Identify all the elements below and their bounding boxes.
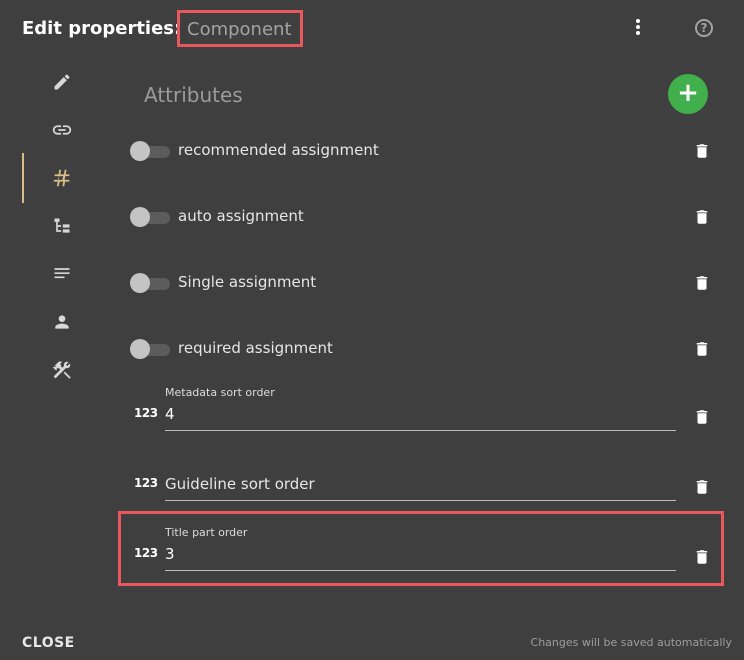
field-label: Metadata sort order <box>165 386 275 399</box>
field-underline <box>165 430 676 431</box>
more-vertical-icon[interactable] <box>628 19 648 43</box>
help-circle-icon[interactable]: ? <box>695 19 713 37</box>
toggle-switch[interactable] <box>130 339 170 359</box>
sidebar-item-structure[interactable] <box>40 206 84 246</box>
close-button[interactable]: CLOSE <box>22 635 75 651</box>
toggle-label: auto assignment <box>178 207 304 225</box>
pencil-icon <box>54 74 70 90</box>
toggle-switch[interactable] <box>130 207 170 227</box>
number-type-icon: 123 <box>134 406 158 420</box>
sidebar-active-indicator <box>22 153 24 203</box>
field-placeholder[interactable]: Guideline sort order <box>165 475 315 493</box>
title-part-order-highlight <box>118 511 724 586</box>
delete-icon[interactable] <box>693 339 711 359</box>
delete-icon[interactable] <box>693 273 711 293</box>
sidebar-item-attributes[interactable] <box>40 158 84 198</box>
toggle-label: Single assignment <box>178 273 317 291</box>
person-icon <box>55 315 69 329</box>
toggle-switch[interactable] <box>130 273 170 293</box>
section-title: Attributes <box>144 83 243 107</box>
dialog-subject: Component <box>187 19 292 40</box>
sidebar-item-tools[interactable] <box>40 350 84 390</box>
tree-icon <box>54 218 70 233</box>
field-underline <box>165 500 676 501</box>
delete-icon[interactable] <box>693 547 711 567</box>
number-type-icon: 123 <box>134 546 158 560</box>
field-value[interactable]: 3 <box>165 545 175 563</box>
field-label: Title part order <box>165 526 248 539</box>
toggle-switch[interactable] <box>130 141 170 161</box>
sidebar-item-users[interactable] <box>40 302 84 342</box>
number-type-icon: 123 <box>134 476 158 490</box>
add-attribute-button[interactable]: + <box>668 74 708 114</box>
delete-icon[interactable] <box>693 407 711 427</box>
field-underline <box>165 570 676 571</box>
toggle-label: recommended assignment <box>178 141 379 159</box>
sidebar-item-text[interactable] <box>40 254 84 294</box>
text-lines-icon <box>54 268 70 279</box>
toggle-label: required assignment <box>178 339 333 357</box>
hash-icon <box>53 169 70 187</box>
dialog-title: Edit properties: <box>22 18 182 39</box>
dialog-header: Edit properties: Component ? <box>0 0 744 62</box>
sidebar-item-edit[interactable] <box>40 62 84 102</box>
delete-icon[interactable] <box>693 141 711 161</box>
sidebar-item-links[interactable] <box>40 110 84 150</box>
tools-icon <box>52 361 71 379</box>
delete-icon[interactable] <box>693 477 711 497</box>
field-value[interactable]: 4 <box>165 405 175 423</box>
link-icon <box>52 125 72 135</box>
autosave-note: Changes will be saved automatically <box>530 636 732 649</box>
delete-icon[interactable] <box>693 207 711 227</box>
